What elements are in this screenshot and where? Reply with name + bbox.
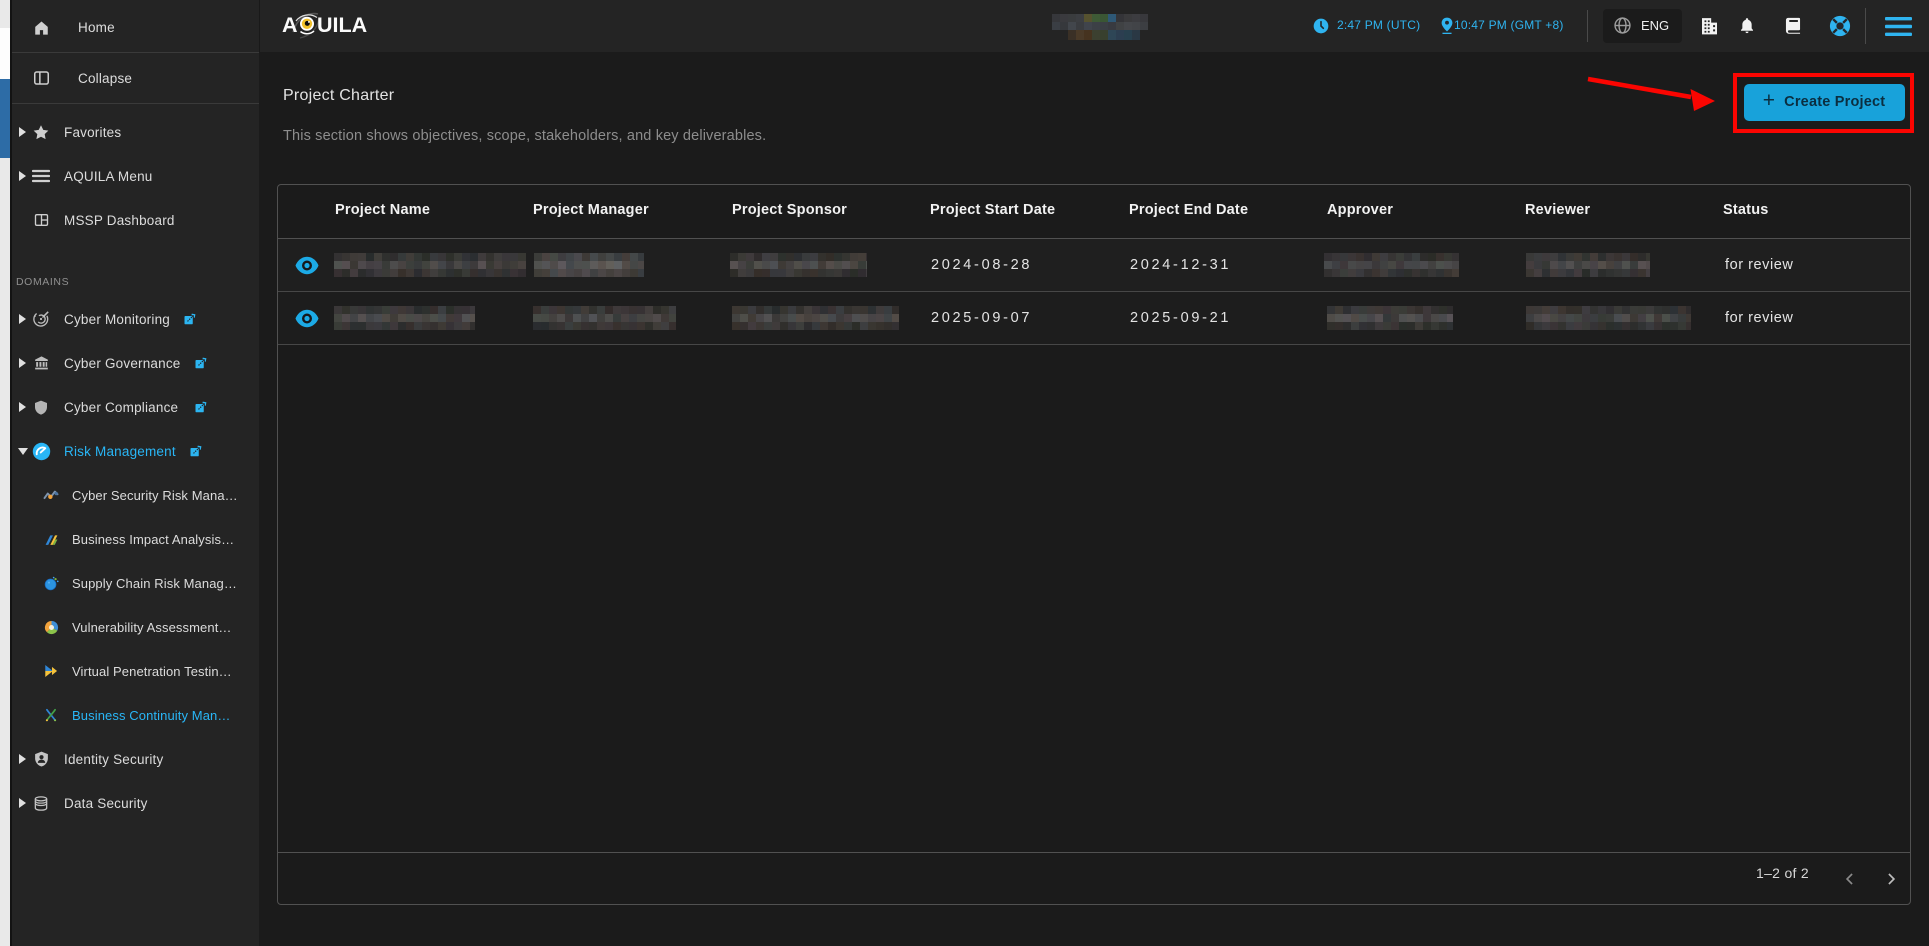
svg-text:A: A bbox=[282, 13, 298, 37]
svg-text:UILA: UILA bbox=[317, 13, 367, 37]
